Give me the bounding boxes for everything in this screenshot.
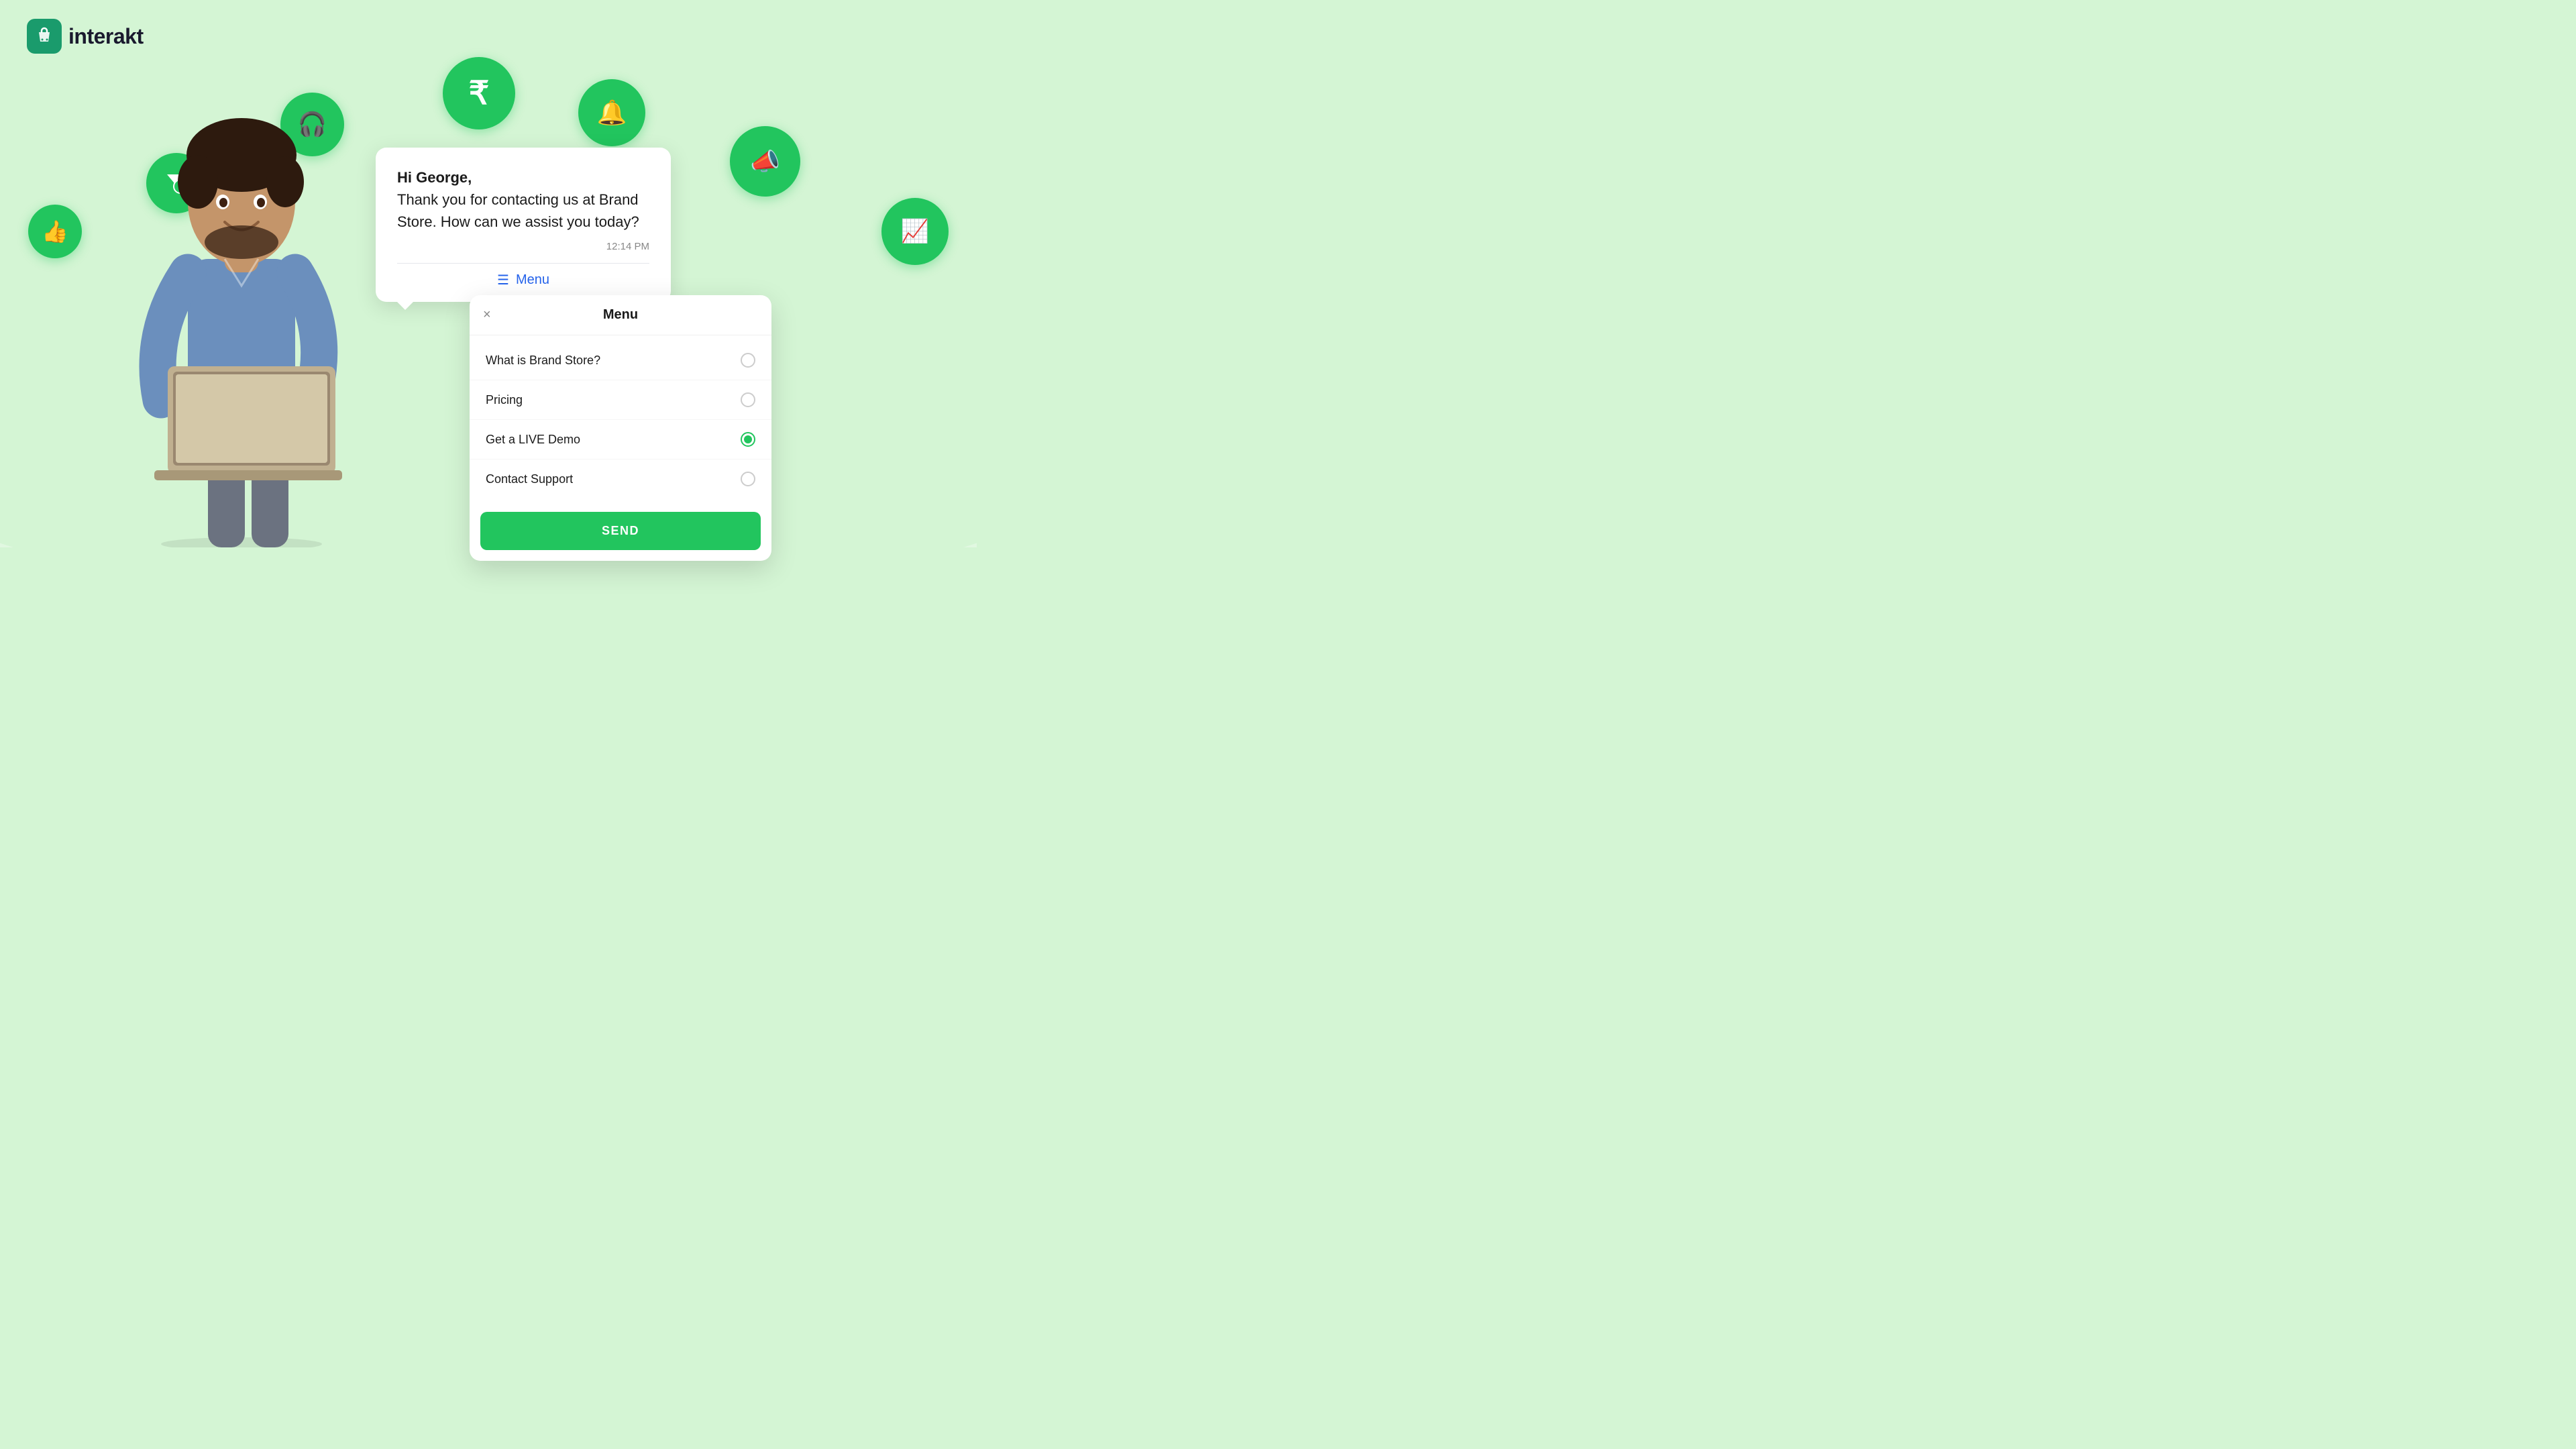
megaphone-bubble: 📣 — [730, 126, 800, 197]
menu-title: Menu — [603, 307, 638, 323]
menu-item-contact-support[interactable]: Contact Support — [470, 460, 771, 498]
menu-header: × Menu — [470, 295, 771, 335]
menu-items-list: What is Brand Store? Pricing Get a LIVE … — [470, 335, 771, 504]
chat-bubble: Hi George, Thank you for contacting us a… — [376, 148, 671, 302]
menu-list-icon: ☰ — [497, 272, 509, 288]
menu-item-live-demo[interactable]: Get a LIVE Demo — [470, 420, 771, 460]
chart-icon: 📈 — [901, 218, 929, 245]
send-button[interactable]: SEND — [480, 512, 761, 550]
radio-live-demo[interactable] — [741, 432, 755, 447]
thumbs-up-icon: 👍 — [42, 219, 68, 244]
chat-message: Hi George, Thank you for contacting us a… — [397, 166, 649, 233]
bell-bubble: 🔔 — [578, 79, 645, 146]
logo-icon — [27, 19, 62, 54]
logo: interakt — [27, 19, 144, 54]
radio-what-is-brand-store[interactable] — [741, 353, 755, 368]
menu-card: × Menu What is Brand Store? Pricing Get … — [470, 295, 771, 561]
chat-menu-trigger[interactable]: ☰ Menu — [397, 272, 649, 288]
thumbs-up-bubble: 👍 — [28, 205, 82, 258]
logo-text: interakt — [68, 24, 144, 49]
close-button[interactable]: × — [483, 307, 491, 323]
menu-item-label: Get a LIVE Demo — [486, 433, 580, 447]
radio-pricing[interactable] — [741, 392, 755, 407]
chat-greeting: Hi George, — [397, 169, 472, 186]
chat-timestamp: 12:14 PM — [397, 241, 649, 252]
chart-bubble: 📈 — [881, 198, 949, 265]
bell-icon: 🔔 — [597, 99, 627, 127]
chat-body: Thank you for contacting us at Brand Sto… — [397, 191, 639, 230]
menu-item-label: Pricing — [486, 393, 523, 407]
menu-item-label: What is Brand Store? — [486, 354, 600, 368]
person-image — [101, 78, 382, 547]
rupee-icon: ₹ — [469, 74, 490, 112]
menu-link-label: Menu — [516, 272, 549, 288]
menu-item-pricing[interactable]: Pricing — [470, 380, 771, 420]
menu-item-label: Contact Support — [486, 472, 573, 486]
megaphone-icon: 📣 — [750, 148, 780, 176]
menu-item-brand-store[interactable]: What is Brand Store? — [470, 341, 771, 380]
rupee-bubble: ₹ — [443, 57, 515, 129]
chat-divider — [397, 263, 649, 264]
radio-contact-support[interactable] — [741, 472, 755, 486]
